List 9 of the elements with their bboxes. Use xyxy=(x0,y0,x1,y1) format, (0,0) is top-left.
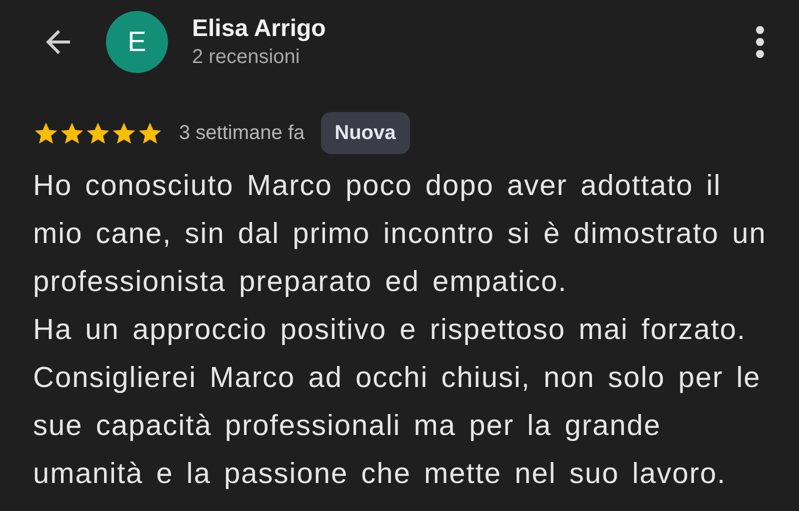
more-options-icon xyxy=(755,25,765,59)
new-badge: Nuova xyxy=(320,112,410,154)
review-time: 3 settimane fa xyxy=(179,121,305,146)
review-text: Ha un approccio positivo e rispettoso mai forzato. xyxy=(33,313,748,348)
avatar: E xyxy=(106,11,168,73)
reviewer-name: Elisa Arrigo xyxy=(192,14,327,44)
review-text: Ho conosciuto Marco poco dopo aver adottato il mio cane, sin dal primo incontro si è dimostrato un professionista preparato ed empatico. xyxy=(33,169,768,300)
review-text: Consiglierei Marco ad occhi chiusi, non solo per le sue capacità professionali ma per la grande umanità e la passione che mette nel suo lavoro. xyxy=(33,361,762,492)
review-count: 2 recensioni xyxy=(192,45,301,70)
